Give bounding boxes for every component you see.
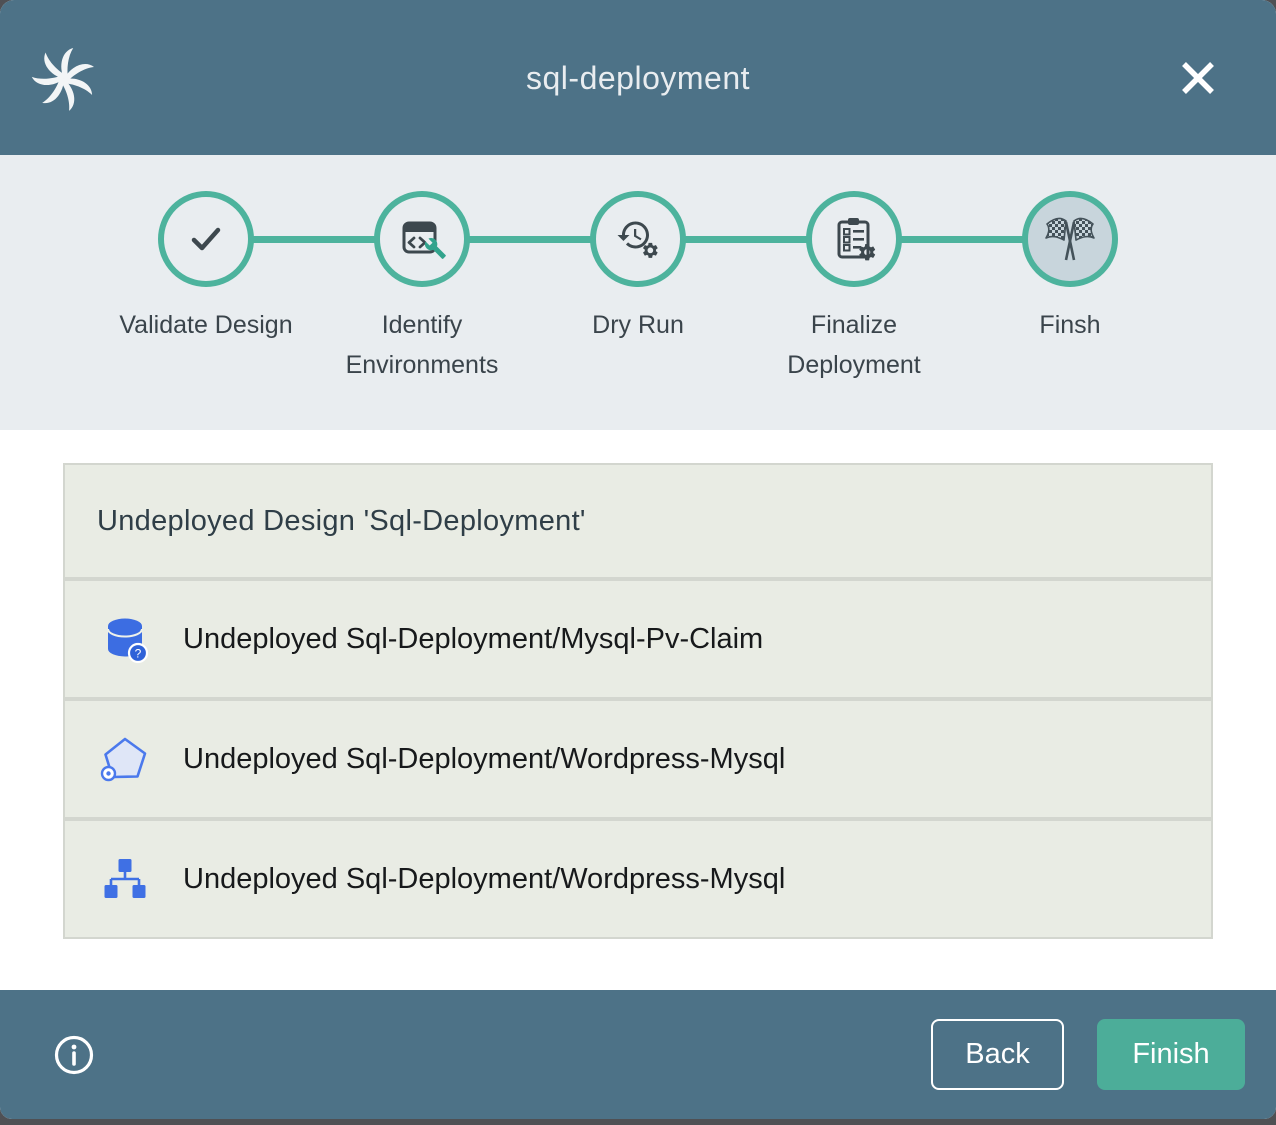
step-label: Identify Environments xyxy=(335,305,510,385)
result-row: Undeployed Sql-Deployment/Wordpress-Mysq… xyxy=(65,697,1211,817)
result-summary-text: Undeployed Design 'Sql-Deployment' xyxy=(97,505,586,538)
deployment-wizard-modal: sql-deployment Validate Design xyxy=(0,0,1276,1119)
result-summary-row: Undeployed Design 'Sql-Deployment' xyxy=(65,465,1211,577)
results-panel: Undeployed Design 'Sql-Deployment' ? Und… xyxy=(0,430,1276,990)
finish-button[interactable]: Finish xyxy=(1097,1019,1245,1090)
step-label: Dry Run xyxy=(592,305,684,345)
result-row: ? Undeployed Sql-Deployment/Mysql-Pv-Cla… xyxy=(65,577,1211,697)
finish-flags-icon xyxy=(1043,212,1097,266)
svg-text:?: ? xyxy=(135,647,142,661)
clipboard-gear-icon xyxy=(830,215,878,263)
results-list: Undeployed Design 'Sql-Deployment' ? Und… xyxy=(63,463,1213,939)
history-gear-icon xyxy=(614,215,662,263)
hierarchy-icon xyxy=(101,855,149,903)
step-label: Finsh xyxy=(1039,305,1100,345)
step-finalize-deployment: Finalize Deployment xyxy=(746,191,962,385)
close-button[interactable] xyxy=(1174,54,1222,102)
wizard-stepper: Validate Design Identify Environments xyxy=(0,155,1276,430)
step-finish: Finsh xyxy=(962,191,1178,385)
page-title: sql-deployment xyxy=(0,60,1276,97)
step-identify-environments: Identify Environments xyxy=(314,191,530,385)
back-button[interactable]: Back xyxy=(931,1019,1064,1090)
check-icon xyxy=(182,215,230,263)
step-dry-run: Dry Run xyxy=(530,191,746,385)
step-validate-design: Validate Design xyxy=(98,191,314,385)
modal-footer: Back Finish xyxy=(0,990,1276,1119)
step-label: Finalize Deployment xyxy=(767,305,942,385)
database-icon: ? xyxy=(100,613,150,665)
pentagon-icon xyxy=(99,733,151,785)
modal-header: sql-deployment xyxy=(0,0,1276,155)
info-button[interactable] xyxy=(52,1033,96,1077)
result-row-text: Undeployed Sql-Deployment/Mysql-Pv-Claim xyxy=(183,623,763,656)
info-icon xyxy=(53,1034,95,1076)
close-icon xyxy=(1178,58,1218,98)
code-wrench-icon xyxy=(397,215,447,263)
result-row-text: Undeployed Sql-Deployment/Wordpress-Mysq… xyxy=(183,743,785,776)
step-label: Validate Design xyxy=(119,305,292,345)
result-row: Undeployed Sql-Deployment/Wordpress-Mysq… xyxy=(65,817,1211,937)
result-row-text: Undeployed Sql-Deployment/Wordpress-Mysq… xyxy=(183,863,785,896)
